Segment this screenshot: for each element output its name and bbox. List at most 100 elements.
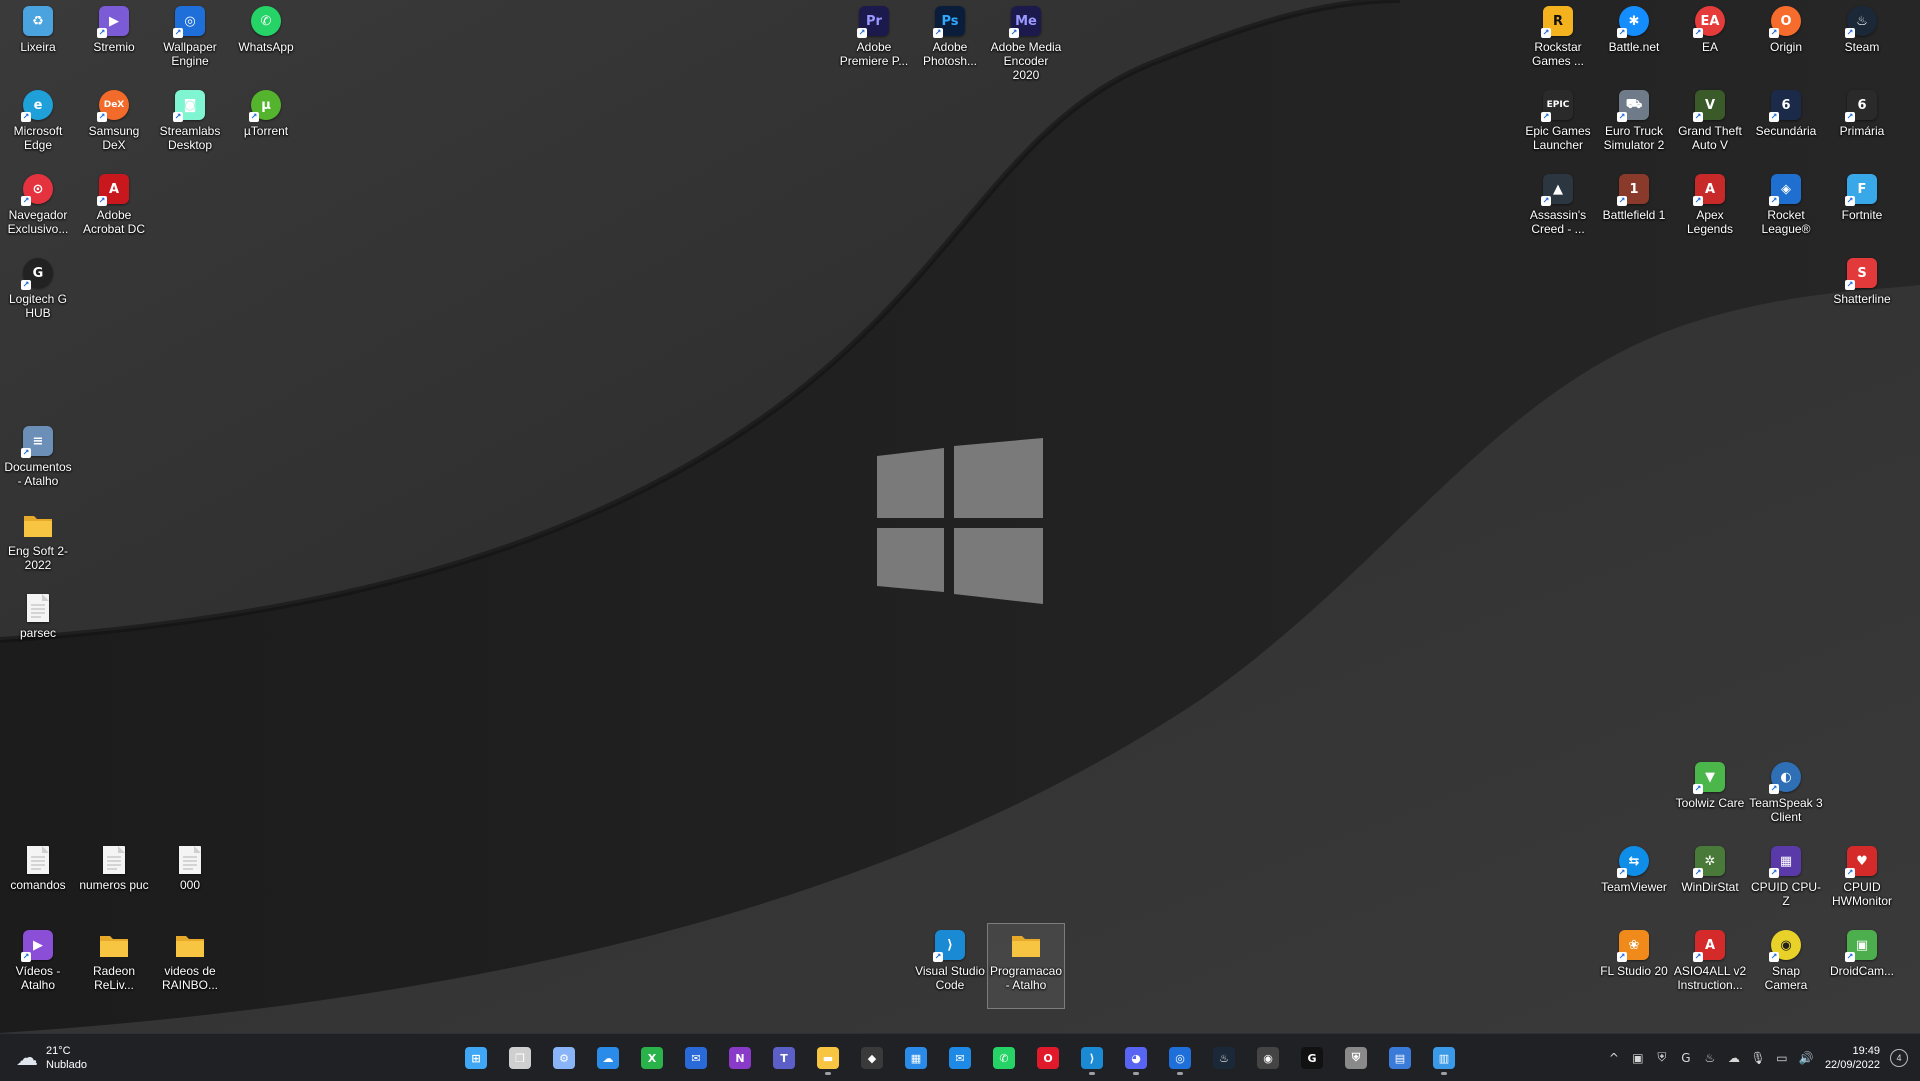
desktop-icon[interactable]: Radeon ReLiv... xyxy=(76,924,152,1008)
defender-icon[interactable]: ⛨ xyxy=(1338,1040,1374,1076)
shortcut-arrow-icon: ↗ xyxy=(1845,868,1855,878)
desktop-icon[interactable]: ✆ WhatsApp xyxy=(228,0,304,84)
onedrive-icon[interactable]: ☁ xyxy=(590,1040,626,1076)
desktop-icon[interactable]: ≡ ↗ Documentos - Atalho xyxy=(0,420,76,504)
shield-tray-icon[interactable]: ⛨ xyxy=(1651,1047,1673,1069)
desktop-icon[interactable]: ◈ ↗ Rocket League® xyxy=(1748,168,1824,252)
desktop-icon[interactable]: EA ↗ EA xyxy=(1672,0,1748,84)
whatsapp-taskbar-icon[interactable]: ✆ xyxy=(986,1040,1022,1076)
chevron-up-icon[interactable]: ^ xyxy=(1603,1047,1625,1069)
onedrive-tray-icon[interactable]: ☁ xyxy=(1723,1047,1745,1069)
teams-icon[interactable]: T xyxy=(766,1040,802,1076)
desktop-icon[interactable]: ✲ ↗ WinDirStat xyxy=(1672,840,1748,924)
desktop-icon[interactable]: ⟩ ↗ Visual Studio Code xyxy=(912,924,988,1008)
desktop-icon[interactable]: ♥ ↗ CPUID HWMonitor xyxy=(1824,840,1900,924)
xbox-icon[interactable]: X xyxy=(634,1040,670,1076)
opera-icon: O xyxy=(1037,1047,1059,1069)
desktop-icon[interactable]: ⇆ ↗ TeamViewer xyxy=(1596,840,1672,924)
desktop-icon[interactable]: O ↗ Origin xyxy=(1748,0,1824,84)
logitech-taskbar-icon[interactable]: G xyxy=(1294,1040,1330,1076)
running-indicator xyxy=(1089,1072,1095,1075)
desktop-icon[interactable]: R ↗ Rockstar Games ... xyxy=(1520,0,1596,84)
desktop-icon[interactable]: Me ↗ Adobe Media Encoder 2020 xyxy=(988,0,1064,84)
desktop-icon[interactable]: ▶ ↗ Vídeos - Atalho xyxy=(0,924,76,1008)
desktop-icon[interactable]: ▣ ↗ DroidCam... xyxy=(1824,924,1900,1008)
network-adapter-icon[interactable]: ▣ xyxy=(1627,1047,1649,1069)
desktop-icon[interactable]: 6 ↗ Primária xyxy=(1824,84,1900,168)
desktop-icon[interactable]: ⛟ ↗ Euro Truck Simulator 2 xyxy=(1596,84,1672,168)
desktop-icon[interactable]: ▼ ↗ Toolwiz Care xyxy=(1672,756,1748,840)
desktop-icon[interactable]: parsec xyxy=(0,588,76,672)
desktop-icon[interactable]: EPIC ↗ Epic Games Launcher xyxy=(1520,84,1596,168)
volume-icon[interactable]: 🔊 xyxy=(1795,1047,1817,1069)
desktop-icon[interactable]: comandos xyxy=(0,840,76,924)
desktop-icon[interactable]: ♨ ↗ Steam xyxy=(1824,0,1900,84)
wallpaper-engine-taskbar-icon[interactable]: ◎ xyxy=(1162,1040,1198,1076)
desktop-icon[interactable]: ❀ ↗ FL Studio 20 xyxy=(1596,924,1672,1008)
weather-widget[interactable]: ☁ 21°C Nublado xyxy=(16,1042,87,1074)
outlook-mail-icon[interactable]: ✉ xyxy=(942,1040,978,1076)
desktop-icon[interactable]: A ↗ Apex Legends xyxy=(1672,168,1748,252)
discord-icon: ◕ xyxy=(1125,1047,1147,1069)
desktop-icon[interactable]: Pr ↗ Adobe Premiere P... xyxy=(836,0,912,84)
shortcut-arrow-icon: ↗ xyxy=(1769,784,1779,794)
obs-icon[interactable]: ◉ xyxy=(1250,1040,1286,1076)
settings-icon[interactable]: ⚙ xyxy=(546,1040,582,1076)
onenote-icon[interactable]: N xyxy=(722,1040,758,1076)
microsoft-store-icon[interactable]: ▦ xyxy=(898,1040,934,1076)
desktop-icon[interactable]: ▲ ↗ Assassin's Creed - ... xyxy=(1520,168,1596,252)
desktop-icon[interactable]: Programacao - Atalho xyxy=(987,923,1065,1009)
desktop-icon[interactable]: F ↗ Fortnite xyxy=(1824,168,1900,252)
notification-badge[interactable]: 4 xyxy=(1890,1048,1908,1067)
desktop-icon[interactable]: ◎ ↗ Wallpaper Engine xyxy=(152,0,228,84)
recycle-bin-icon: ♻ xyxy=(23,6,53,36)
obs-icon: ◉ xyxy=(1257,1047,1279,1069)
desktop-icon[interactable]: numeros puc xyxy=(76,840,152,924)
clock[interactable]: 19:49 22/09/2022 xyxy=(1825,1044,1880,1072)
desktop-icon[interactable]: ▶ ↗ Stremio xyxy=(76,0,152,84)
desktop-icon[interactable]: ◉ ↗ Snap Camera xyxy=(1748,924,1824,1008)
resource-monitor-icon[interactable]: ▤ xyxy=(1382,1040,1418,1076)
steam-taskbar-icon[interactable]: ♨ xyxy=(1206,1040,1242,1076)
documents-icon: ≡ ↗ xyxy=(21,426,53,458)
desktop-icon[interactable]: G ↗ Logitech G HUB xyxy=(0,252,76,336)
desktop-icon[interactable]: ⊙ ↗ Navegador Exclusivo... xyxy=(0,168,76,252)
vscode-taskbar-icon[interactable]: ⟩ xyxy=(1074,1040,1110,1076)
task-view-button-icon: ❐ xyxy=(509,1047,531,1069)
discord-icon[interactable]: ◕ xyxy=(1118,1040,1154,1076)
desktop-icon[interactable]: A ↗ ASIO4ALL v2 Instruction... xyxy=(1672,924,1748,1008)
desktop-icon[interactable]: ◐ ↗ TeamSpeak 3 Client xyxy=(1748,756,1824,840)
desktop-icon[interactable]: e ↗ Microsoft Edge xyxy=(0,84,76,168)
desktop-icon[interactable]: videos de RAINBO... xyxy=(152,924,228,1008)
desktop-icon[interactable]: A ↗ Adobe Acrobat DC xyxy=(76,168,152,252)
desktop-icon[interactable]: Ps ↗ Adobe Photosh... xyxy=(912,0,988,84)
desktop-icon[interactable]: 000 xyxy=(152,840,228,924)
onedrive-icon: ☁ xyxy=(597,1047,619,1069)
desktop-icon-label: Logitech G HUB xyxy=(8,292,68,320)
start-button[interactable]: ⊞ xyxy=(458,1040,494,1076)
apex-legends-icon: A ↗ xyxy=(1693,174,1725,206)
desktop-icon[interactable]: µ ↗ µTorrent xyxy=(228,84,304,168)
notepad-icon[interactable]: ▥ xyxy=(1426,1040,1462,1076)
desktop-icon[interactable]: S ↗ Shatterline xyxy=(1824,252,1900,336)
desktop-icon-label: Programacao - Atalho xyxy=(989,964,1063,992)
file-explorer-icon[interactable]: ▬ xyxy=(810,1040,846,1076)
task-view-button[interactable]: ❐ xyxy=(502,1040,538,1076)
desktop-icon[interactable]: DeX ↗ Samsung DeX xyxy=(76,84,152,168)
desktop-icon[interactable]: V ↗ Grand Theft Auto V xyxy=(1672,84,1748,168)
mail-app-icon[interactable]: ✉ xyxy=(678,1040,714,1076)
desktop-icon-label: 000 xyxy=(179,878,201,892)
desktop-icon[interactable]: ▦ ↗ CPUID CPU-Z xyxy=(1748,840,1824,924)
desktop-icon[interactable]: ✱ ↗ Battle.net xyxy=(1596,0,1672,84)
opera-icon[interactable]: O xyxy=(1030,1040,1066,1076)
steam-tray-icon[interactable]: ♨ xyxy=(1699,1047,1721,1069)
desktop-icon[interactable]: Eng Soft 2-2022 xyxy=(0,504,76,588)
unity-icon[interactable]: ◆ xyxy=(854,1040,890,1076)
microphone-icon[interactable]: 🎙 xyxy=(1747,1047,1769,1069)
display-icon[interactable]: ▭ xyxy=(1771,1047,1793,1069)
desktop-icon[interactable]: 1 ↗ Battlefield 1 xyxy=(1596,168,1672,252)
desktop-icon[interactable]: 6 ↗ Secundária xyxy=(1748,84,1824,168)
logitech-tray-icon[interactable]: G xyxy=(1675,1047,1697,1069)
desktop-icon[interactable]: ◙ ↗ Streamlabs Desktop xyxy=(152,84,228,168)
desktop-icon[interactable]: ♻ Lixeira xyxy=(0,0,76,84)
